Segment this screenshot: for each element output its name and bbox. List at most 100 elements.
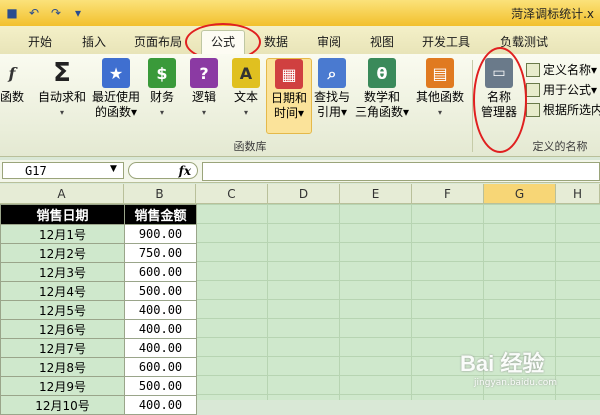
lookup-reference-button[interactable]: ⌕ 查找与 引用▾	[312, 58, 352, 120]
watermark: Bai 经验 jingyan.baidu.com	[460, 346, 600, 400]
cell-amount[interactable]: 400.00	[124, 319, 197, 339]
table-row: 12月5号 400.00	[0, 300, 197, 320]
formula-input[interactable]	[202, 162, 600, 181]
table-row: 12月4号 500.00	[0, 281, 197, 301]
tab-review[interactable]: 审阅	[313, 32, 345, 52]
name-manager-icon: ▭	[485, 58, 513, 88]
more-book-icon: ▤	[426, 58, 454, 88]
cell-amount[interactable]: 600.00	[124, 262, 197, 282]
cell-date[interactable]: 12月9号	[0, 376, 125, 396]
text-button[interactable]: A 文本 ▾	[230, 58, 262, 120]
table-row: 12月2号 750.00	[0, 243, 197, 263]
cell-date[interactable]: 12月2号	[0, 243, 125, 263]
ribbon-tabs: 开始 插入 页面布局 公式 数据 审阅 视图 开发工具 负载测试	[0, 26, 600, 55]
cell-date[interactable]: 12月5号	[0, 300, 125, 320]
fx-icon: f	[8, 63, 16, 83]
cell-amount[interactable]: 500.00	[124, 376, 197, 396]
date-time-button[interactable]: ▦ 日期和 时间▾	[266, 58, 312, 134]
column-header-c[interactable]: C	[196, 184, 268, 204]
more-functions-button[interactable]: ▤ 其他函数 ▾	[414, 58, 466, 120]
redo-icon[interactable]: ↷	[48, 5, 64, 21]
tab-view[interactable]: 视图	[366, 32, 398, 52]
finance-book-icon: $	[148, 58, 176, 88]
date-book-icon: ▦	[275, 59, 303, 89]
column-header-a[interactable]: A	[0, 184, 124, 204]
define-name-button[interactable]: 定义名称▾	[526, 60, 600, 80]
watermark-sub: jingyan.baidu.com	[474, 378, 558, 388]
logical-button[interactable]: ? 逻辑 ▾	[188, 58, 220, 120]
star-book-icon: ★	[102, 58, 130, 88]
define-name-icon	[526, 63, 540, 77]
tab-formulas[interactable]: 公式	[201, 30, 245, 54]
tab-developer[interactable]: 开发工具	[418, 32, 474, 52]
cell-date[interactable]: 12月1号	[0, 224, 125, 244]
column-header-d[interactable]: D	[268, 184, 340, 204]
create-from-selection-icon	[526, 103, 540, 117]
tab-data[interactable]: 数据	[260, 32, 292, 52]
cell-amount[interactable]: 500.00	[124, 281, 197, 301]
cell-amount[interactable]: 400.00	[124, 338, 197, 358]
cell-date[interactable]: 12月7号	[0, 338, 125, 358]
table-row: 12月6号 400.00	[0, 319, 197, 339]
header-sales-amount[interactable]: 销售金额	[124, 204, 197, 225]
ribbon-formulas: f 函数 Σ 自动求和 ▾ ★ 最近使用 的函数▾ $ 财务 ▾ ? 逻辑 ▾ …	[0, 54, 600, 157]
save-icon[interactable]: ■	[4, 5, 20, 21]
tab-page-layout[interactable]: 页面布局	[130, 32, 186, 52]
title-bar: ■ ↶ ↷ ▾ 菏泽调标统计.x	[0, 0, 600, 26]
table-row: 12月8号 600.00	[0, 357, 197, 377]
table-row: 12月10号 400.00	[0, 395, 197, 415]
use-in-formula-icon	[526, 83, 540, 97]
defined-names-small-buttons: 定义名称▾ 用于公式▾ 根据所选内容	[526, 60, 600, 120]
cell-date[interactable]: 12月8号	[0, 357, 125, 377]
formula-bar: G17 ▼ fx	[0, 160, 600, 183]
tab-home[interactable]: 开始	[24, 32, 56, 52]
recent-functions-button[interactable]: ★ 最近使用 的函数▾	[90, 58, 142, 120]
name-manager-button[interactable]: ▭ 名称 管理器	[478, 58, 520, 120]
group-label-defined-names: 定义的名称	[532, 140, 588, 153]
use-in-formula-button[interactable]: 用于公式▾	[526, 80, 600, 100]
cell-date[interactable]: 12月4号	[0, 281, 125, 301]
header-sales-date[interactable]: 销售日期	[0, 204, 125, 225]
math-trig-button[interactable]: θ 数学和 三角函数▾	[354, 58, 410, 120]
autosum-button[interactable]: Σ 自动求和 ▾	[36, 58, 88, 120]
sigma-icon: Σ	[53, 57, 71, 88]
window-title: 菏泽调标统计.x	[511, 7, 594, 21]
table-header-row: 销售日期 销售金额	[0, 204, 197, 225]
cell-amount[interactable]: 400.00	[124, 300, 197, 320]
column-header-f[interactable]: F	[412, 184, 484, 204]
column-header-e[interactable]: E	[340, 184, 412, 204]
table-row: 12月1号 900.00	[0, 224, 197, 244]
watermark-main: Bai 经验	[460, 351, 545, 376]
cell-date[interactable]: 12月3号	[0, 262, 125, 282]
data-table: 销售日期 销售金额 12月1号 900.00 12月2号 750.00 12月3号 6…	[0, 204, 197, 415]
undo-icon[interactable]: ↶	[26, 5, 42, 21]
tab-insert[interactable]: 插入	[78, 32, 110, 52]
insert-function-button[interactable]: f 函数	[0, 58, 28, 105]
quick-access-toolbar: ■ ↶ ↷ ▾	[4, 3, 86, 23]
customize-qat-icon[interactable]: ▾	[70, 5, 86, 21]
tab-load-test[interactable]: 负载测试	[496, 32, 552, 52]
lookup-book-icon: ⌕	[318, 58, 346, 88]
column-header-h[interactable]: H	[556, 184, 600, 204]
cell-date[interactable]: 12月6号	[0, 319, 125, 339]
financial-button[interactable]: $ 财务 ▾	[146, 58, 178, 120]
chevron-down-icon[interactable]: ▼	[110, 164, 117, 174]
table-row: 12月9号 500.00	[0, 376, 197, 396]
cell-amount[interactable]: 600.00	[124, 357, 197, 377]
text-book-icon: A	[232, 58, 260, 88]
group-label-functions: 函数库	[233, 140, 267, 153]
create-from-selection-button[interactable]: 根据所选内容	[526, 100, 600, 120]
cell-amount[interactable]: 900.00	[124, 224, 197, 244]
logic-book-icon: ?	[190, 58, 218, 88]
cell-amount[interactable]: 750.00	[124, 243, 197, 263]
cell-date[interactable]: 12月10号	[0, 395, 125, 415]
fx-button[interactable]: fx	[128, 162, 198, 179]
column-header-g[interactable]: G	[484, 184, 556, 204]
group-separator	[472, 60, 473, 152]
table-row: 12月7号 400.00	[0, 338, 197, 358]
table-row: 12月3号 600.00	[0, 262, 197, 282]
name-box[interactable]: G17	[2, 162, 124, 179]
math-book-icon: θ	[368, 58, 396, 88]
column-header-b[interactable]: B	[124, 184, 196, 204]
cell-amount[interactable]: 400.00	[124, 395, 197, 415]
